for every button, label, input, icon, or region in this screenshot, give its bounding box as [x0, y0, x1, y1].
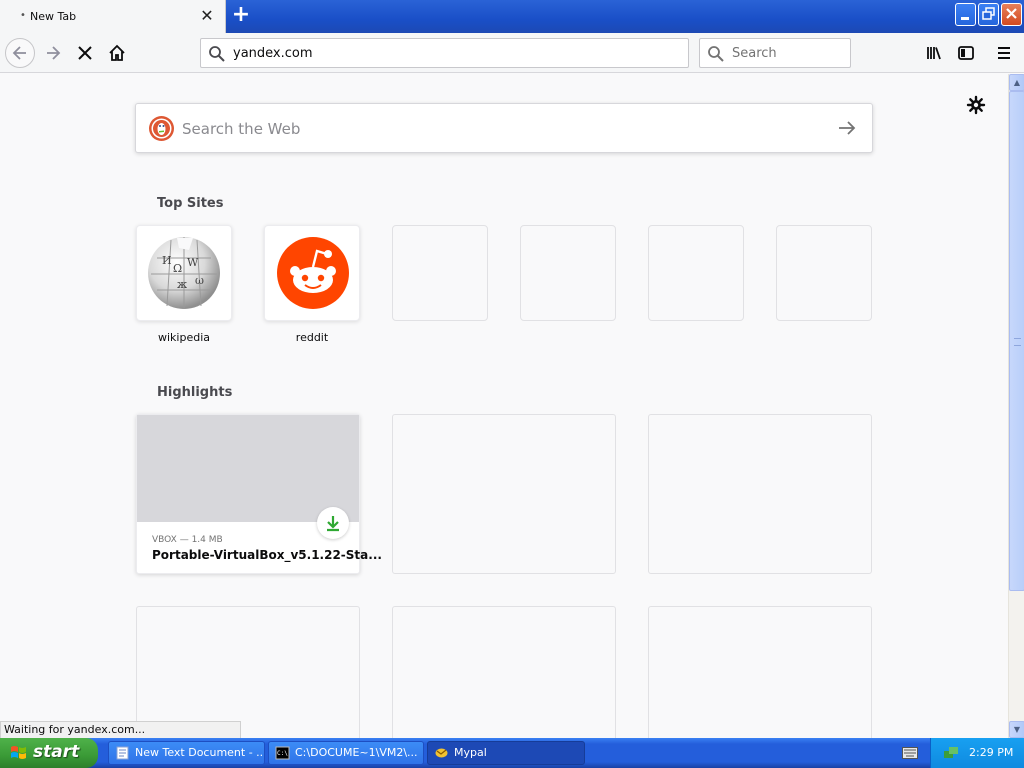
top-site-label-reddit[interactable]: reddit [264, 331, 360, 344]
highlight-thumbnail [137, 415, 359, 522]
scroll-grip [1014, 338, 1021, 346]
new-tab-page: Search the Web Top Sites Ω W И ω ж wikip… [0, 74, 1008, 738]
sidebar-toggle-button[interactable] [952, 39, 980, 67]
close-icon [1006, 8, 1017, 19]
tab-new-tab[interactable]: • New Tab ✕ [0, 0, 226, 34]
hamburger-menu-icon [998, 47, 1010, 59]
taskbar-item-cmd[interactable]: C:\ C:\DOCUME~1\VM2\... [268, 741, 424, 765]
highlight-title[interactable]: Portable-VirtualBox_v5.1.22-Sta... [152, 548, 382, 562]
highlight-placeholder [648, 414, 872, 574]
scroll-up-arrow-icon[interactable]: ▲ [1009, 74, 1024, 91]
taskbar-item-notepad[interactable]: New Text Document - ... [108, 741, 265, 765]
tab-loading-indicator-icon: • [20, 10, 26, 21]
search-icon [708, 46, 724, 62]
stop-button[interactable] [71, 39, 99, 67]
taskbar-item-label: Mypal [454, 746, 487, 759]
home-button[interactable] [103, 39, 131, 67]
top-sites-heading: Top Sites [157, 196, 224, 211]
window-minimize-button[interactable] [955, 3, 976, 26]
url-text[interactable]: yandex.com [233, 46, 313, 61]
keyboard-layout-icon[interactable] [902, 747, 918, 759]
mypal-icon [435, 748, 448, 758]
system-tray: 2:29 PM [930, 738, 1024, 768]
taskbar-item-label: New Text Document - ... [135, 746, 265, 759]
top-site-placeholder [520, 225, 616, 321]
highlight-placeholder [392, 606, 616, 738]
arrow-right-icon[interactable] [836, 117, 858, 139]
windows-taskbar: start New Text Document - ... C:\ C:\DOC… [0, 738, 1024, 768]
highlight-placeholder [392, 414, 616, 574]
back-button[interactable] [5, 38, 35, 68]
top-site-tile-wikipedia[interactable]: Ω W И ω ж [136, 225, 232, 321]
url-bar[interactable]: yandex.com [200, 38, 689, 68]
highlight-placeholder [136, 606, 360, 738]
customize-settings-button[interactable] [965, 94, 987, 116]
scroll-thumb[interactable] [1009, 91, 1024, 591]
scroll-down-arrow-icon[interactable]: ▼ [1009, 721, 1024, 738]
restore-icon [982, 7, 995, 20]
svg-text:C:\: C:\ [277, 750, 288, 757]
svg-text:W: W [187, 256, 199, 269]
clock[interactable]: 2:29 PM [969, 746, 1013, 759]
library-icon [927, 47, 941, 60]
windows-flag-icon [11, 746, 26, 759]
main-menu-button[interactable] [990, 39, 1018, 67]
highlight-card-download[interactable]: VBOX — 1.4 MB Portable-VirtualBox_v5.1.2… [136, 414, 382, 574]
top-site-placeholder [776, 225, 872, 321]
vertical-scrollbar[interactable]: ▲ ▼ [1008, 74, 1024, 738]
search-placeholder[interactable]: Search [732, 46, 777, 61]
svg-text:ω: ω [195, 274, 204, 287]
network-icon[interactable] [943, 745, 959, 761]
web-search-box[interactable]: Search the Web [135, 103, 873, 153]
highlight-meta: VBOX — 1.4 MB [152, 535, 223, 545]
new-tab-plus-icon[interactable]: + [229, 4, 253, 28]
search-bar[interactable]: Search [699, 38, 851, 68]
search-icon [209, 46, 225, 62]
start-button[interactable]: start [0, 738, 98, 768]
highlights-heading: Highlights [157, 385, 233, 400]
stop-x-icon [78, 46, 92, 60]
window-close-button[interactable] [1001, 3, 1022, 26]
tab-strip: • New Tab ✕ + [0, 0, 1024, 34]
back-arrow-icon [12, 46, 26, 60]
taskbar-item-label: C:\DOCUME~1\VM2\... [295, 746, 418, 759]
tab-close-icon[interactable]: ✕ [198, 6, 216, 26]
top-site-tile-reddit[interactable] [264, 225, 360, 321]
forward-arrow-icon [47, 46, 61, 60]
library-button[interactable] [920, 39, 948, 67]
sidebar-icon [958, 46, 974, 60]
gear-icon [966, 95, 986, 115]
cmd-icon: C:\ [275, 746, 290, 760]
taskbar-item-mypal[interactable]: Mypal [427, 741, 585, 765]
home-icon [109, 44, 125, 61]
top-site-placeholder [648, 225, 744, 321]
forward-button[interactable] [39, 39, 67, 67]
top-site-label-wikipedia[interactable]: wikipedia [136, 331, 232, 344]
notepad-icon [116, 746, 129, 760]
window-restore-button[interactable] [978, 3, 999, 26]
highlight-placeholder [648, 606, 872, 738]
start-label: start [33, 742, 80, 762]
svg-text:ж: ж [177, 278, 187, 291]
status-text: Waiting for yandex.com... [0, 721, 241, 739]
svg-text:Ω: Ω [173, 262, 182, 275]
top-site-placeholder [392, 225, 488, 321]
minimize-icon [961, 17, 969, 20]
svg-text:И: И [162, 254, 172, 267]
download-icon [317, 507, 349, 539]
tab-title: New Tab [30, 10, 77, 23]
navigation-toolbar: yandex.com Search [0, 33, 1024, 73]
wikipedia-globe-icon: Ω W И ω ж [148, 237, 220, 309]
reddit-alien-icon [277, 237, 349, 309]
web-search-placeholder[interactable]: Search the Web [182, 120, 300, 138]
duckduckgo-logo-icon [149, 116, 174, 141]
